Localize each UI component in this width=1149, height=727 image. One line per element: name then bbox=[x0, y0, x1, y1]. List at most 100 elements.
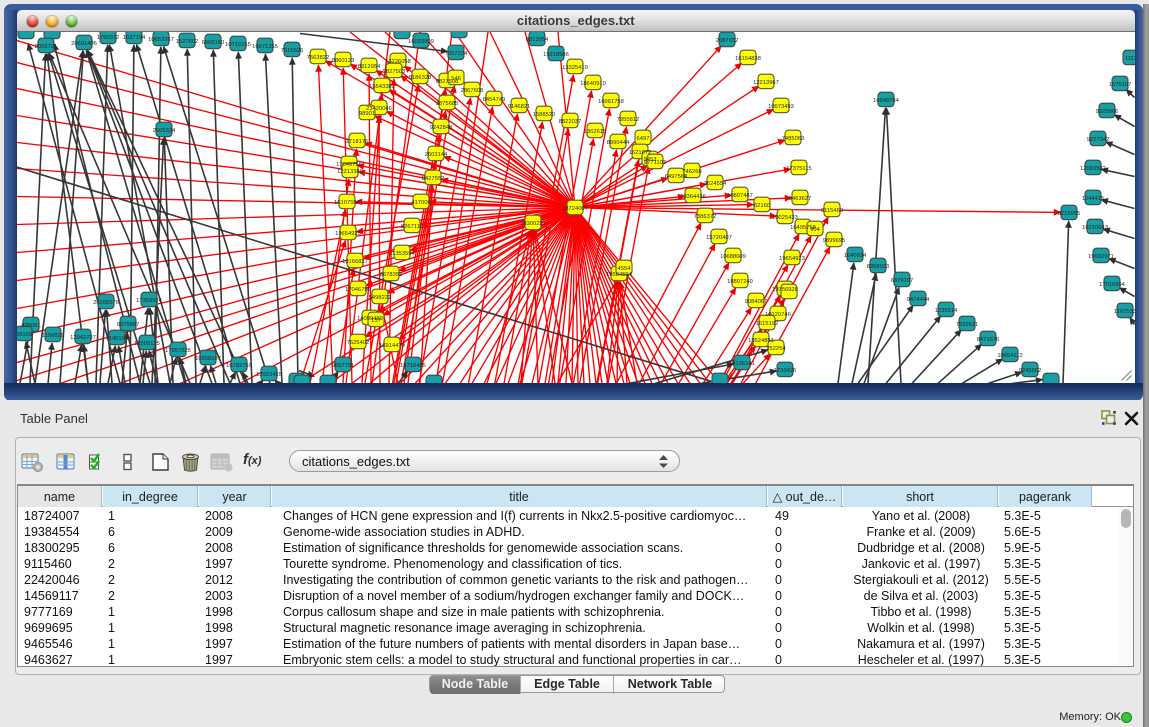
svg-text:2603144: 2603144 bbox=[425, 151, 448, 157]
svg-text:5498222: 5498222 bbox=[369, 294, 392, 300]
svg-text:9242848: 9242848 bbox=[430, 124, 453, 130]
svg-text:7832621: 7832621 bbox=[956, 321, 979, 327]
svg-text:1235514: 1235514 bbox=[935, 307, 958, 313]
svg-text:16648784: 16648784 bbox=[873, 97, 900, 103]
svg-text:9115460: 9115460 bbox=[821, 207, 843, 213]
svg-text:2905334: 2905334 bbox=[153, 127, 176, 133]
svg-text:9146821: 9146821 bbox=[508, 103, 531, 109]
svg-text:16033809: 16033809 bbox=[408, 38, 434, 44]
svg-text:16136141: 16136141 bbox=[729, 360, 755, 366]
svg-text:2055721: 2055721 bbox=[35, 43, 58, 49]
svg-text:17046756: 17046756 bbox=[345, 286, 371, 292]
svg-text:18807249: 18807249 bbox=[727, 278, 753, 284]
svg-text:18524851: 18524851 bbox=[748, 337, 774, 343]
svg-text:8186328: 8186328 bbox=[409, 74, 432, 80]
svg-text:15716485: 15716485 bbox=[400, 362, 426, 368]
svg-text:1156829: 1156829 bbox=[42, 332, 64, 338]
svg-text:904: 904 bbox=[810, 226, 820, 232]
svg-text:18724007: 18724007 bbox=[562, 205, 588, 211]
svg-text:9975887: 9975887 bbox=[117, 321, 140, 327]
svg-text:7955812: 7955812 bbox=[617, 116, 640, 122]
svg-text:16782759: 16782759 bbox=[226, 362, 252, 368]
svg-text:19654923: 19654923 bbox=[779, 255, 805, 261]
svg-text:18640910: 18640910 bbox=[580, 80, 606, 86]
svg-text:7663822: 7663822 bbox=[307, 54, 330, 60]
svg-text:9084067: 9084067 bbox=[745, 298, 768, 304]
svg-text:7386372: 7386372 bbox=[694, 213, 717, 219]
svg-text:10120746: 10120746 bbox=[765, 311, 791, 317]
svg-text:11353594: 11353594 bbox=[389, 250, 415, 256]
svg-text:19218586: 19218586 bbox=[543, 51, 569, 57]
svg-text:12213967: 12213967 bbox=[753, 79, 779, 85]
svg-text:3875685: 3875685 bbox=[436, 100, 459, 106]
svg-text:8454749: 8454749 bbox=[483, 96, 506, 102]
svg-text:6497568: 6497568 bbox=[665, 173, 688, 179]
svg-text:20206576: 20206576 bbox=[93, 299, 119, 305]
svg-text:16107554: 16107554 bbox=[334, 199, 361, 205]
svg-text:1640934: 1640934 bbox=[844, 252, 867, 258]
svg-text:6879197: 6879197 bbox=[891, 277, 914, 283]
svg-text:1575107: 1575107 bbox=[1109, 81, 1132, 87]
svg-text:17375115: 17375115 bbox=[786, 165, 811, 171]
svg-text:2087652: 2087652 bbox=[716, 37, 739, 43]
svg-text:10688609: 10688609 bbox=[720, 253, 746, 259]
svg-text:6966160: 6966160 bbox=[202, 39, 225, 45]
svg-text:19584594: 19584594 bbox=[606, 271, 633, 277]
svg-text:17957225: 17957225 bbox=[165, 347, 191, 353]
svg-text:3624554: 3624554 bbox=[704, 180, 727, 186]
svg-text:19654925: 19654925 bbox=[335, 230, 361, 236]
svg-text:1621072: 1621072 bbox=[629, 149, 652, 155]
svg-text:39159: 39159 bbox=[17, 331, 32, 337]
svg-text:1790372: 1790372 bbox=[97, 34, 120, 40]
svg-text:1733426: 1733426 bbox=[774, 367, 797, 373]
svg-text:20364436: 20364436 bbox=[680, 193, 706, 199]
svg-text:417006: 417006 bbox=[411, 199, 430, 205]
svg-text:17359924: 17359924 bbox=[136, 297, 163, 303]
svg-text:19756928: 19756928 bbox=[772, 286, 798, 292]
svg-text:16154838: 16154838 bbox=[735, 55, 761, 61]
svg-text:1615192: 1615192 bbox=[756, 320, 779, 326]
svg-text:6497: 6497 bbox=[637, 135, 650, 141]
svg-text:9463627: 9463627 bbox=[789, 195, 812, 201]
svg-text:62160: 62160 bbox=[754, 202, 770, 208]
svg-text:10973493: 10973493 bbox=[768, 103, 794, 109]
svg-text:9227342: 9227342 bbox=[1087, 136, 1110, 142]
svg-text:9899695: 9899695 bbox=[823, 237, 846, 243]
svg-text:1145194: 1145194 bbox=[106, 335, 129, 341]
svg-text:7515526: 7515526 bbox=[281, 47, 304, 53]
svg-text:12942737: 12942737 bbox=[70, 334, 96, 340]
svg-text:20691406: 20691406 bbox=[71, 40, 97, 46]
svg-text:9771103: 9771103 bbox=[644, 159, 666, 165]
svg-text:12923465: 12923465 bbox=[256, 371, 282, 377]
svg-text:157: 157 bbox=[371, 317, 381, 323]
svg-text:8678352: 8678352 bbox=[380, 271, 403, 277]
svg-text:10654112: 10654112 bbox=[997, 352, 1022, 358]
svg-text:8427552: 8427552 bbox=[422, 175, 445, 181]
svg-text:9827503: 9827503 bbox=[383, 68, 406, 74]
svg-text:18300293: 18300293 bbox=[520, 220, 546, 226]
svg-text:16671355: 16671355 bbox=[252, 43, 278, 49]
svg-text:12093582: 12093582 bbox=[1080, 165, 1106, 171]
svg-text:8990444: 8990444 bbox=[607, 139, 630, 145]
svg-text:1588520: 1588520 bbox=[533, 111, 556, 117]
svg-text:15692971: 15692971 bbox=[1088, 253, 1114, 259]
svg-text:13226058: 13226058 bbox=[385, 58, 411, 64]
svg-text:10807487: 10807487 bbox=[727, 192, 753, 198]
svg-text:17016504: 17016504 bbox=[1099, 281, 1126, 287]
svg-text:1244415: 1244415 bbox=[1082, 195, 1105, 201]
svg-text:16961758: 16961758 bbox=[598, 98, 624, 104]
svg-text:10653267: 10653267 bbox=[148, 36, 174, 42]
svg-text:12213389: 12213389 bbox=[337, 168, 363, 174]
svg-text:1362615: 1362615 bbox=[584, 128, 607, 134]
svg-text:9657791: 9657791 bbox=[332, 362, 355, 368]
svg-text:7625402: 7625402 bbox=[347, 339, 370, 345]
svg-text:9474444: 9474444 bbox=[907, 296, 930, 302]
svg-text:1167533: 1167533 bbox=[1114, 308, 1135, 314]
svg-text:8813054: 8813054 bbox=[526, 36, 549, 42]
svg-text:8958923: 8958923 bbox=[867, 263, 890, 269]
svg-text:10958107: 10958107 bbox=[195, 355, 221, 361]
svg-text:1527602: 1527602 bbox=[176, 38, 199, 44]
svg-text:8912954: 8912954 bbox=[358, 63, 381, 69]
svg-text:17046756: 17046756 bbox=[336, 161, 362, 167]
svg-text:12505135: 12505135 bbox=[134, 340, 160, 346]
